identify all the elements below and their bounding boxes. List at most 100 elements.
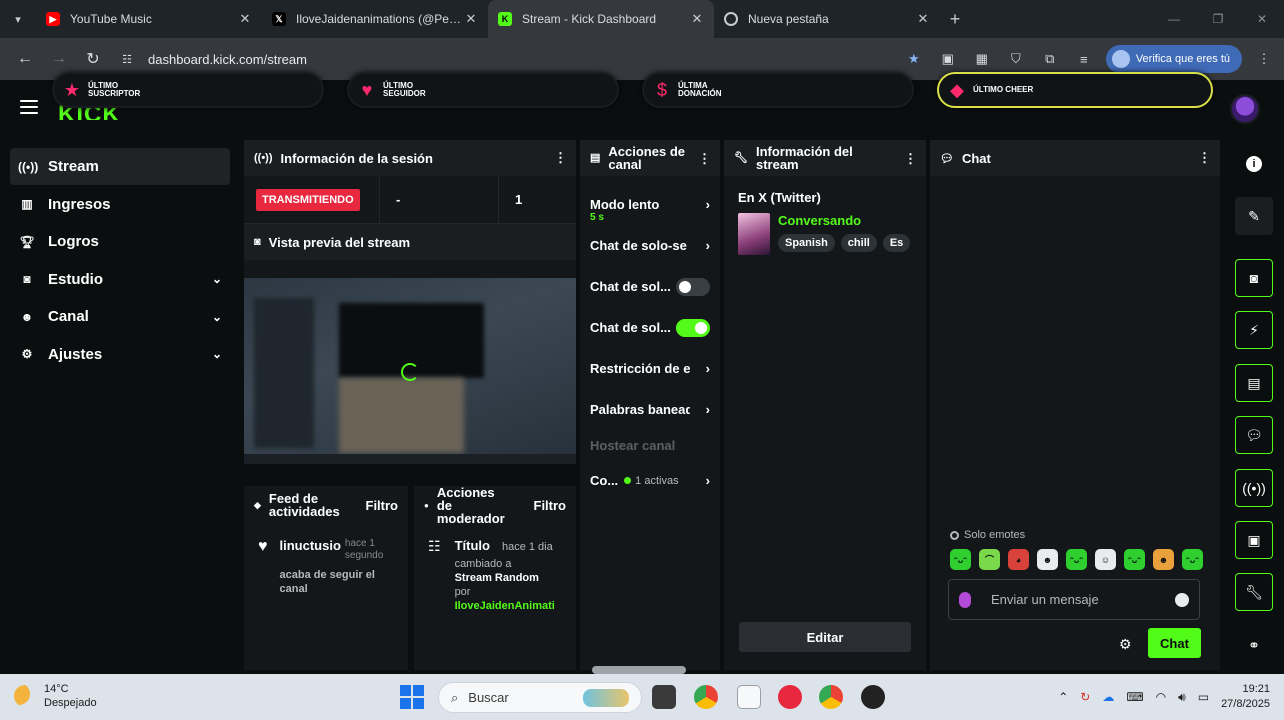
site-info-icon[interactable]: ☷	[116, 48, 138, 70]
keyboard-icon[interactable]: ⌨	[1126, 690, 1143, 704]
camera-tool-icon[interactable]: ◙	[1235, 259, 1273, 297]
tag[interactable]: Spanish	[778, 234, 835, 252]
close-icon[interactable]: ✕	[462, 11, 480, 27]
app-taskbar-icon[interactable]	[861, 685, 885, 709]
wifi-icon[interactable]: ◠	[1156, 690, 1166, 704]
media-list-icon[interactable]: ≡	[1072, 47, 1096, 71]
onedrive-icon[interactable]: ☁	[1102, 690, 1114, 704]
stream-preview[interactable]	[244, 278, 576, 464]
sidebar-item-logros[interactable]: 🏆︎ Logros	[10, 223, 230, 260]
youtube-music-taskbar-icon[interactable]	[778, 685, 802, 709]
menu-icon[interactable]	[20, 100, 38, 114]
profile-verify-button[interactable]: Verifica que eres tú	[1105, 45, 1242, 73]
windows-start-icon[interactable]	[400, 685, 424, 709]
broadcast-tool-icon[interactable]: ((•))	[1235, 469, 1273, 507]
emoji-icon[interactable]	[1175, 592, 1189, 607]
user-avatar[interactable]	[1230, 94, 1260, 124]
send-chat-button[interactable]: Chat	[1148, 628, 1201, 658]
lightning-icon[interactable]: ⚡︎	[1235, 311, 1273, 349]
browser-menu-icon[interactable]: ⋮	[1252, 47, 1276, 71]
chat-message-input[interactable]	[991, 592, 1175, 607]
chat-settings-gear-icon[interactable]: ⚙	[1119, 636, 1132, 653]
chrome-profile-taskbar-icon[interactable]	[819, 685, 843, 709]
tab-youtube-music[interactable]: ▶ YouTube Music ✕	[36, 0, 262, 38]
commands-action[interactable]: Co... 1 activas ›	[580, 460, 720, 501]
qr-extension-icon[interactable]: ▣	[936, 47, 960, 71]
sidebar-item-stream[interactable]: ((•)) Stream	[10, 148, 230, 185]
url-field[interactable]: dashboard.kick.com/stream	[148, 52, 307, 67]
chat-message-box[interactable]	[948, 579, 1200, 620]
drag-handle-icon[interactable]: ●	[424, 499, 429, 512]
slow-mode-action[interactable]: Modo lento 5 s ›	[580, 184, 720, 225]
sidebar-item-canal[interactable]: ☻ Canal ⌄	[10, 298, 230, 335]
chrome-taskbar-icon[interactable]	[694, 685, 718, 709]
more-options-icon[interactable]: ⋮	[698, 152, 711, 165]
emote-3[interactable]: ◕	[1008, 549, 1029, 570]
tab-new-tab-page[interactable]: Nueva pestaña ✕	[714, 0, 940, 38]
extensions-puzzle-icon[interactable]: ⧉	[1038, 47, 1062, 71]
grid-extension-icon[interactable]: ▦	[970, 47, 994, 71]
emote-5[interactable]: ᵔᴗᵔ	[1066, 549, 1087, 570]
chevron-down-icon[interactable]: ⌄	[212, 272, 222, 286]
emote-4[interactable]: ☻	[1037, 549, 1058, 570]
microphone-icon[interactable]	[959, 591, 971, 608]
sync-icon[interactable]: ↻	[1080, 690, 1090, 704]
horizontal-scrollbar[interactable]	[592, 666, 686, 674]
media-player-icon[interactable]	[652, 685, 676, 709]
tab-x-twitter[interactable]: 𝕏 IloveJaidenanimations (@Pereir ✕	[262, 0, 488, 38]
layout-tool-icon[interactable]: ▣	[1235, 521, 1273, 559]
back-button[interactable]: ←	[8, 42, 42, 76]
more-options-icon[interactable]: ⋮	[904, 152, 917, 165]
shield-extension-icon[interactable]: ⛉	[1004, 47, 1028, 71]
tab-kick-dashboard[interactable]: K Stream - Kick Dashboard ✕	[488, 0, 714, 38]
emote-1[interactable]: ᵔᴗᵔ	[950, 549, 971, 570]
maximize-button[interactable]: ❐	[1196, 0, 1240, 38]
subscribers-chat-action[interactable]: Chat de solo-se ›	[580, 225, 720, 266]
tag[interactable]: Es	[882, 234, 910, 252]
sidebar-item-ajustes[interactable]: ⚙ Ajustes ⌄	[10, 336, 230, 373]
mod-action-user[interactable]: IloveJaidenAnimati	[455, 600, 555, 612]
emote-7[interactable]: ᵔᴗᵔ	[1124, 549, 1145, 570]
feed-username[interactable]: linuctusio	[280, 538, 341, 562]
followers-chat-toggle[interactable]	[676, 277, 710, 296]
close-icon[interactable]: ✕	[914, 11, 932, 27]
document-icon[interactable]: ▤	[1235, 364, 1273, 402]
feed-filter-button[interactable]: Filtro	[366, 499, 399, 512]
sidebar-item-ingresos[interactable]: ▥ Ingresos	[10, 186, 230, 223]
pencil-icon[interactable]: ✎	[1235, 197, 1273, 235]
account-age-restriction-action[interactable]: Restricción de e ›	[580, 348, 720, 389]
mod-filter-button[interactable]: Filtro	[534, 499, 567, 512]
edit-stream-button[interactable]: Editar	[739, 622, 911, 652]
emote-9[interactable]: ᵔᴗᵔ	[1182, 549, 1203, 570]
reload-button[interactable]: ↻	[76, 42, 110, 76]
taskbar-search[interactable]: ⌕ Buscar	[438, 682, 642, 713]
bookmark-star-icon[interactable]: ★	[902, 47, 926, 71]
close-icon[interactable]: ✕	[236, 11, 254, 27]
emote-8[interactable]: ☻	[1153, 549, 1174, 570]
battery-icon[interactable]: ▭	[1198, 690, 1209, 704]
forward-button[interactable]: →	[42, 42, 76, 76]
chat-tool-icon[interactable]: 💬︎	[1235, 416, 1273, 454]
emote-6[interactable]: ☺	[1095, 549, 1116, 570]
volume-icon[interactable]: 🔊︎	[1178, 690, 1186, 705]
more-options-icon[interactable]: ⋮	[554, 150, 567, 166]
wrench-tool-icon[interactable]: 🔧︎	[1235, 573, 1273, 611]
tab-search-button[interactable]: ▾	[0, 0, 36, 38]
banned-words-action[interactable]: Palabras baneadas ›	[580, 389, 720, 430]
emotes-chat-toggle[interactable]	[676, 318, 710, 337]
sidebar-item-estudio[interactable]: ◙ Estudio ⌄	[10, 261, 230, 298]
chevron-down-icon[interactable]: ⌄	[212, 347, 222, 361]
new-tab-button[interactable]: +	[940, 9, 970, 30]
window-close-button[interactable]: ✕	[1240, 0, 1284, 38]
close-icon[interactable]: ✕	[688, 11, 706, 27]
chevron-down-icon[interactable]: ⌄	[212, 310, 222, 324]
file-icon[interactable]	[737, 685, 761, 709]
info-icon[interactable]: i	[1235, 145, 1273, 183]
clock[interactable]: 19:21 27/8/2025	[1221, 682, 1270, 712]
category-name[interactable]: Conversando	[778, 213, 910, 228]
emote-2[interactable]: ⌒	[979, 549, 1000, 570]
chevron-up-icon[interactable]: ⌃	[1058, 690, 1068, 704]
tag[interactable]: chill	[840, 234, 877, 252]
minimize-button[interactable]: —	[1152, 0, 1196, 38]
weather-widget[interactable]: 14°C Despejado	[14, 682, 97, 710]
